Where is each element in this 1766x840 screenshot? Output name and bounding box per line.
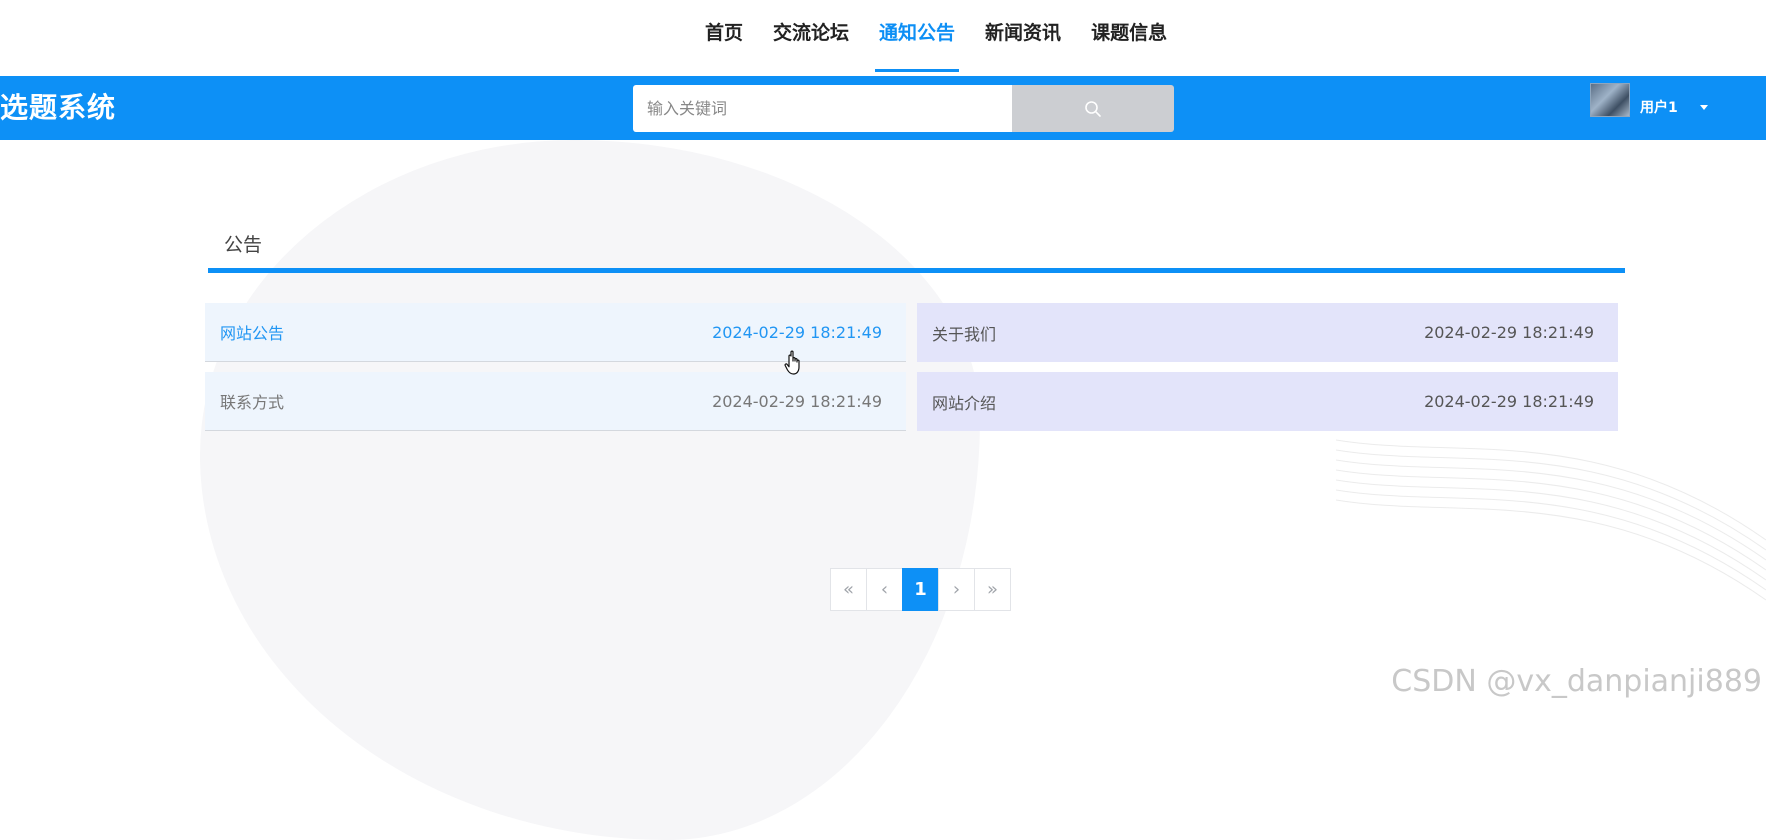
hand-cursor-icon xyxy=(784,350,800,375)
user-name: 用户1 xyxy=(1640,100,1678,116)
notice-item[interactable]: 网站介绍 2024-02-29 18:21:49 xyxy=(917,372,1618,431)
section-divider xyxy=(208,268,1625,273)
user-menu[interactable]: 用户1 xyxy=(1590,82,1708,132)
page-button-current[interactable]: 1 xyxy=(902,568,939,611)
avatar[interactable] xyxy=(1590,83,1630,117)
section-title: 公告 xyxy=(224,234,263,256)
notice-title: 关于我们 xyxy=(932,324,997,344)
top-navigation: 首页 交流论坛 通知公告 新闻资讯 课题信息 xyxy=(0,0,1766,76)
prev-page-button[interactable]: ‹ xyxy=(866,568,903,611)
nav-item-news[interactable]: 新闻资讯 xyxy=(970,0,1076,72)
notice-title: 网站介绍 xyxy=(932,393,997,413)
search-bar xyxy=(633,85,1174,132)
nav-list: 首页 交流论坛 通知公告 新闻资讯 课题信息 xyxy=(690,0,1182,72)
search-input[interactable] xyxy=(633,85,1012,132)
watermark-text: CSDN @vx_danpianji889 xyxy=(1391,664,1762,699)
notice-item[interactable]: 联系方式 2024-02-29 18:21:49 xyxy=(205,372,906,431)
search-button[interactable] xyxy=(1012,85,1174,132)
header-bar: 选题系统 用户1 xyxy=(0,76,1766,140)
nav-item-home[interactable]: 首页 xyxy=(690,0,758,72)
nav-item-notices[interactable]: 通知公告 xyxy=(864,0,970,72)
site-title: 选题系统 xyxy=(0,91,117,124)
notice-list: 网站公告 2024-02-29 18:21:49 关于我们 2024-02-29… xyxy=(205,303,1620,431)
notice-title: 联系方式 xyxy=(220,393,285,412)
nav-item-forum[interactable]: 交流论坛 xyxy=(758,0,864,72)
notice-date: 2024-02-29 18:21:49 xyxy=(712,322,882,342)
notice-date: 2024-02-29 18:21:49 xyxy=(1424,392,1594,411)
background-wave-lines xyxy=(1336,439,1766,601)
nav-item-topics[interactable]: 课题信息 xyxy=(1076,0,1182,72)
background-shape xyxy=(200,140,980,840)
pagination: « ‹ 1 › » xyxy=(830,568,1011,611)
notice-title: 网站公告 xyxy=(220,324,285,343)
next-page-button[interactable]: › xyxy=(938,568,975,611)
last-page-button[interactable]: » xyxy=(974,568,1011,611)
notice-item[interactable]: 关于我们 2024-02-29 18:21:49 xyxy=(917,303,1618,362)
caret-down-icon[interactable] xyxy=(1699,104,1708,110)
search-icon xyxy=(1085,100,1101,117)
notice-date: 2024-02-29 18:21:49 xyxy=(712,391,882,411)
notice-date: 2024-02-29 18:21:49 xyxy=(1424,323,1594,342)
first-page-button[interactable]: « xyxy=(830,568,867,611)
